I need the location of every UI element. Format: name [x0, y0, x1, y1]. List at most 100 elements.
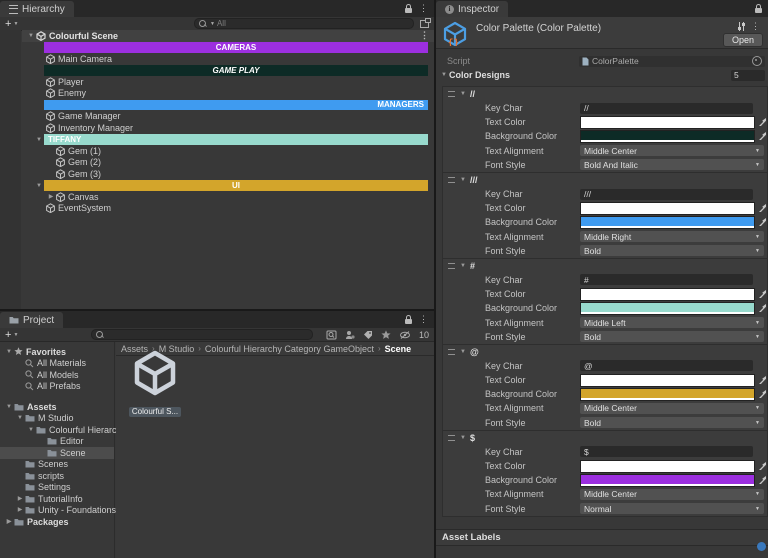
object-picker-icon[interactable] [752, 56, 762, 66]
design-section-header[interactable]: ▼/// [443, 173, 767, 187]
breadcrumb-item[interactable]: Scene [385, 344, 412, 354]
drag-handle-icon[interactable] [448, 435, 455, 441]
script-object-field[interactable]: ColorPalette [579, 56, 765, 67]
lock-icon[interactable] [405, 319, 412, 324]
text-alignment-dropdown[interactable]: Middle Left▼ [580, 317, 764, 328]
text-alignment-dropdown[interactable]: Middle Center▼ [580, 145, 764, 156]
project-tree-item[interactable]: ▼M Studio [0, 413, 114, 425]
text-alignment-dropdown[interactable]: Middle Right▼ [580, 231, 764, 242]
eyedropper-icon[interactable] [758, 461, 767, 471]
foldout-arrow-icon[interactable]: ▼ [34, 135, 44, 145]
eyedropper-icon[interactable] [758, 475, 767, 485]
tab-project[interactable]: Project [0, 312, 63, 328]
project-tree-item[interactable]: Settings [0, 482, 114, 494]
hidden-packages-eye-icon[interactable] [399, 330, 411, 340]
hierarchy-item-row[interactable]: Gem (3) [22, 168, 434, 180]
foldout-arrow-icon[interactable]: ▶ [15, 494, 25, 504]
background-color-swatch[interactable] [580, 216, 755, 229]
foldout-arrow-icon[interactable]: ▼ [26, 425, 36, 435]
add-gameobject-button[interactable]: +▼ [0, 19, 23, 29]
foldout-arrow-icon[interactable]: ▼ [26, 31, 36, 41]
tab-hierarchy[interactable]: Hierarchy [0, 1, 74, 17]
search-by-type-icon[interactable] [345, 330, 355, 340]
eyedropper-icon[interactable] [758, 389, 767, 399]
font-style-dropdown[interactable]: Bold And Italic▼ [580, 159, 764, 170]
eyedropper-icon[interactable] [758, 303, 767, 313]
background-color-swatch[interactable] [580, 302, 755, 315]
array-size-field[interactable]: 5 [731, 70, 765, 81]
add-asset-button[interactable]: +▼ [0, 330, 23, 340]
text-color-swatch[interactable] [580, 460, 755, 473]
hierarchy-item-row[interactable]: EventSystem [22, 203, 434, 215]
project-tree-item[interactable]: Editor [0, 436, 114, 448]
design-section-header[interactable]: ▼@ [443, 345, 767, 359]
font-style-dropdown[interactable]: Bold▼ [580, 417, 764, 428]
project-tree-item[interactable]: scripts [0, 470, 114, 482]
foldout-arrow-icon[interactable]: ▼ [459, 89, 467, 99]
visibility-gutter[interactable] [0, 30, 21, 309]
project-tree-item[interactable]: ▼Assets [0, 401, 114, 413]
hierarchy-item-row[interactable]: Gem (1) [22, 145, 434, 157]
breadcrumb-item[interactable]: Colourful Hierarchy Category GameObject [205, 344, 374, 354]
foldout-arrow-icon[interactable]: ▶ [46, 192, 56, 202]
eyedropper-icon[interactable] [758, 289, 767, 299]
foldout-arrow-icon[interactable]: ▼ [459, 261, 467, 271]
eyedropper-icon[interactable] [758, 375, 767, 385]
kebab-menu-icon[interactable]: ⋮ [419, 4, 428, 13]
foldout-arrow-icon[interactable]: ▼ [15, 413, 25, 423]
design-section-header[interactable]: ▼$ [443, 431, 767, 445]
drag-handle-icon[interactable] [448, 177, 455, 183]
hierarchy-scene-row[interactable]: ▼ Colourful Scene⋮ [22, 30, 434, 42]
project-search-input[interactable] [91, 329, 313, 340]
project-tree-item[interactable]: ▼Colourful Hierarc [0, 424, 114, 436]
key-char-input[interactable]: # [580, 274, 753, 285]
text-color-swatch[interactable] [580, 202, 755, 215]
drag-handle-icon[interactable] [448, 263, 455, 269]
hierarchy-search-input[interactable]: ▼ All [194, 18, 414, 29]
foldout-arrow-icon[interactable]: ▼ [34, 181, 44, 191]
text-alignment-dropdown[interactable]: Middle Center▼ [580, 489, 764, 500]
hierarchy-category-bar[interactable]: GAME PLAY [22, 65, 434, 77]
project-tree-item[interactable]: ▶TutorialInfo [0, 493, 114, 505]
asset-labels-header[interactable]: Asset Labels [436, 529, 768, 546]
eyedropper-icon[interactable] [758, 203, 767, 213]
font-style-dropdown[interactable]: Normal▼ [580, 503, 764, 514]
project-tree-item[interactable]: ▼Favorites [0, 346, 114, 358]
project-tree-item[interactable]: Scenes [0, 459, 114, 471]
foldout-arrow-icon[interactable]: ▼ [459, 175, 467, 185]
key-char-input[interactable]: /// [580, 189, 753, 200]
foldout-arrow-icon[interactable]: ▼ [459, 433, 467, 443]
hierarchy-item-row[interactable]: Main Camera [22, 53, 434, 65]
drag-handle-icon[interactable] [448, 91, 455, 97]
foldout-arrow-icon[interactable]: ▼ [4, 347, 14, 357]
text-color-swatch[interactable] [580, 374, 755, 387]
saved-search-star-icon[interactable] [381, 330, 391, 340]
foldout-arrow-icon[interactable]: ▼ [439, 70, 449, 80]
background-color-swatch[interactable] [580, 130, 755, 143]
text-color-swatch[interactable] [580, 116, 755, 129]
foldout-arrow-icon[interactable]: ▼ [459, 347, 467, 357]
hierarchy-item-row[interactable]: ▶ Canvas [22, 191, 434, 203]
design-section-header[interactable]: ▼# [443, 259, 767, 273]
search-by-label-icon[interactable] [363, 330, 373, 340]
font-style-dropdown[interactable]: Bold▼ [580, 331, 764, 342]
hierarchy-item-row[interactable]: Inventory Manager [22, 122, 434, 134]
hierarchy-item-row[interactable]: Player [22, 76, 434, 88]
kebab-menu-icon[interactable]: ⋮ [419, 315, 428, 324]
tab-inspector[interactable]: i Inspector [436, 1, 508, 17]
drag-handle-icon[interactable] [448, 349, 455, 355]
color-designs-row[interactable]: ▼ Color Designs 5 [436, 68, 768, 82]
key-char-input[interactable]: // [580, 103, 753, 114]
hierarchy-category-bar[interactable]: CAMERAS [22, 42, 434, 54]
project-tree-item[interactable]: ▶Packages [0, 516, 114, 528]
lock-icon[interactable] [755, 8, 762, 13]
open-search-window-icon[interactable] [326, 330, 337, 340]
font-style-dropdown[interactable]: Bold▼ [580, 245, 764, 256]
pop-out-icon[interactable] [420, 20, 429, 28]
open-button[interactable]: Open [723, 33, 763, 47]
foldout-arrow-icon[interactable]: ▶ [15, 505, 25, 515]
eyedropper-icon[interactable] [758, 217, 767, 227]
background-color-swatch[interactable] [580, 388, 755, 401]
lock-icon[interactable] [405, 8, 412, 13]
hierarchy-item-row[interactable]: Enemy [22, 88, 434, 100]
